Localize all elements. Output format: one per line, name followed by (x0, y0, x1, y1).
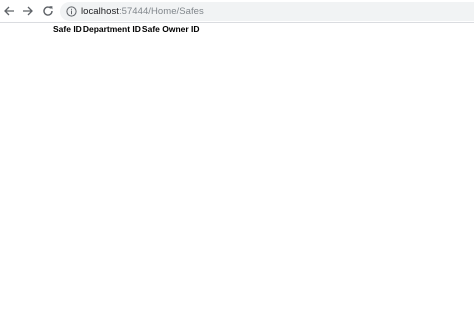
column-header-department-id: Department ID (82, 24, 141, 34)
address-bar[interactable]: localhost:57444/Home/Safes (60, 2, 474, 21)
url-text: localhost:57444/Home/Safes (81, 5, 204, 18)
forward-arrow-icon[interactable] (20, 3, 36, 19)
info-icon[interactable] (66, 6, 77, 17)
table-header-row: Safe ID Department ID Safe Owner ID (52, 23, 200, 35)
safes-table: Safe ID Department ID Safe Owner ID (52, 23, 200, 35)
url-path: :57444/Home/Safes (118, 6, 204, 17)
page-content: Safe ID Department ID Safe Owner ID (0, 23, 474, 321)
url-host: localhost (81, 6, 119, 17)
column-header-safe-owner-id: Safe Owner ID (141, 24, 200, 34)
reload-icon[interactable] (40, 3, 56, 19)
browser-toolbar: localhost:57444/Home/Safes (0, 0, 474, 23)
back-arrow-icon[interactable] (1, 3, 17, 19)
column-header-safe-id: Safe ID (53, 24, 82, 34)
